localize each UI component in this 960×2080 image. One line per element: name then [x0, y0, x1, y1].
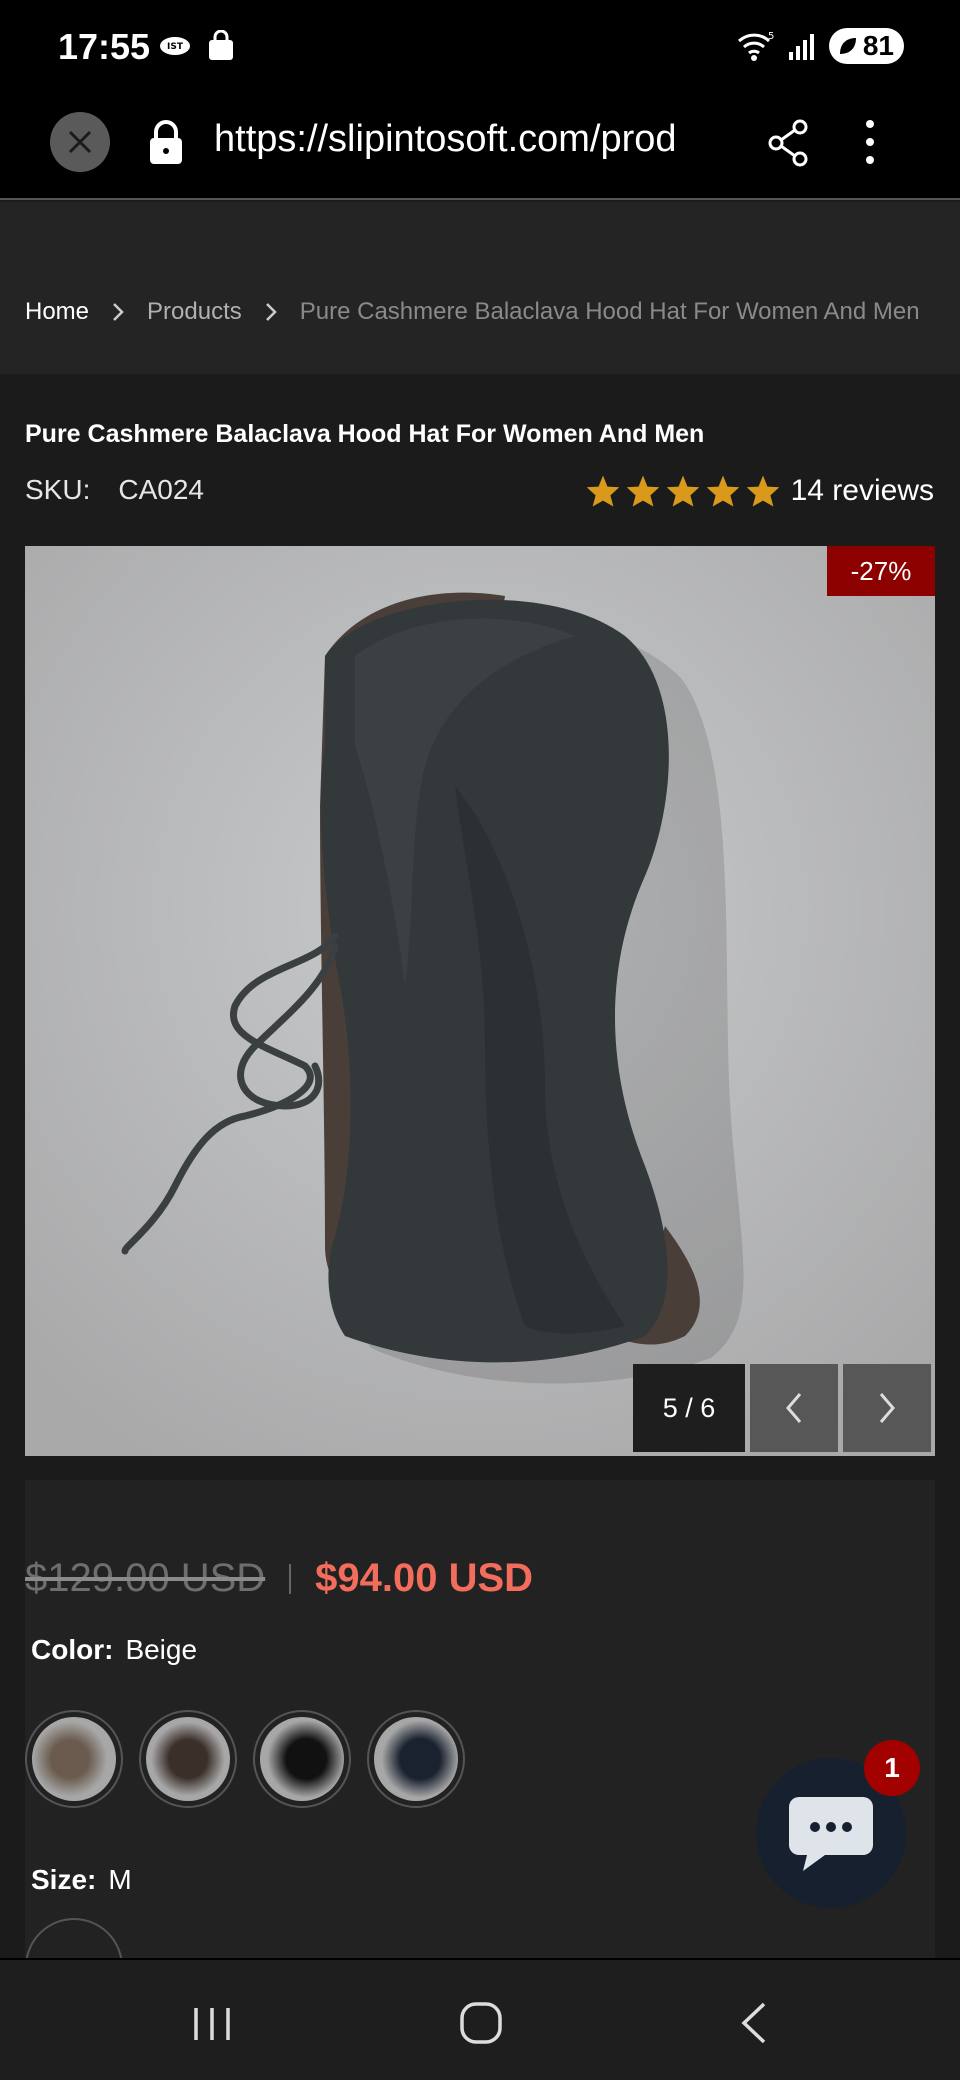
back-icon[interactable]	[736, 2000, 770, 2046]
previous-slide-button[interactable]	[750, 1364, 838, 1452]
url-text[interactable]: https://slipintosoft.com/prod	[214, 118, 734, 161]
color-option: Color: Beige	[31, 1634, 197, 1666]
chevron-right-icon	[264, 301, 278, 323]
balaclava-hood-illustration	[25, 546, 935, 1456]
close-tab-button[interactable]	[50, 112, 110, 172]
more-options-icon[interactable]	[864, 116, 876, 168]
lock-icon[interactable]	[146, 118, 186, 166]
battery-level: 81	[862, 30, 894, 61]
discount-badge: -27%	[827, 546, 935, 596]
chat-notification-badge: 1	[864, 1740, 920, 1796]
product-title: Pure Cashmere Balaclava Hood Hat For Wom…	[25, 420, 705, 448]
close-icon	[68, 130, 92, 154]
star-icon	[706, 475, 739, 507]
sku-value: CA024	[118, 474, 204, 505]
svg-text:IST: IST	[167, 42, 184, 52]
status-right: 5 81	[735, 28, 904, 64]
status-time: 17:55	[58, 26, 151, 67]
star-icon	[746, 475, 779, 507]
color-label: Color:	[31, 1634, 114, 1665]
home-icon[interactable]	[458, 2000, 504, 2046]
color-value: Beige	[125, 1634, 198, 1665]
size-option: Size: M	[31, 1864, 132, 1896]
chat-bubble-icon	[789, 1797, 873, 1871]
price-row: $129.00 USD $94.00 USD	[25, 1556, 533, 1601]
battery-leaf-icon	[839, 38, 856, 54]
system-nav-bar	[0, 1958, 960, 2080]
shopping-bag-icon	[209, 30, 233, 60]
breadcrumb-home[interactable]: Home	[25, 298, 89, 326]
original-price: $129.00 USD	[25, 1556, 266, 1600]
product-image[interactable]: -27% 5 / 6	[25, 546, 935, 1456]
signal-icon	[788, 34, 814, 60]
sku-label: SKU:	[25, 474, 91, 505]
slide-counter: 5 / 6	[633, 1364, 745, 1452]
chevron-right-icon	[111, 301, 125, 323]
sku-row: SKU: CA024	[25, 474, 204, 506]
chevron-right-icon	[879, 1393, 895, 1423]
sale-price: $94.00 USD	[315, 1556, 534, 1600]
notification-ist-icon: IST	[160, 37, 190, 55]
svg-text:5: 5	[768, 31, 774, 42]
star-icon	[586, 475, 619, 507]
next-slide-button[interactable]	[843, 1364, 931, 1452]
recent-apps-icon[interactable]	[190, 2004, 234, 2044]
battery-indicator: 81	[828, 28, 904, 64]
breadcrumb: Home Products Pure Cashmere Balaclava Ho…	[25, 298, 935, 326]
reviews-link[interactable]: 14 reviews	[791, 474, 934, 508]
status-bar: 17:55 IST 5 81	[0, 0, 960, 100]
status-left-icons: IST	[158, 30, 236, 62]
star-rating	[585, 474, 781, 508]
breadcrumb-section: Home Products Pure Cashmere Balaclava Ho…	[0, 202, 960, 374]
swatch-navy[interactable]	[367, 1710, 465, 1808]
size-value: M	[108, 1864, 132, 1895]
star-icon	[626, 475, 659, 507]
color-swatches	[25, 1710, 465, 1808]
rating[interactable]: 14 reviews	[585, 474, 934, 508]
swatch-beige[interactable]	[25, 1710, 123, 1808]
breadcrumb-products[interactable]: Products	[147, 298, 242, 326]
star-icon	[666, 475, 699, 507]
share-icon[interactable]	[766, 118, 812, 168]
wifi-icon: 5	[737, 31, 774, 61]
swatch-black[interactable]	[253, 1710, 351, 1808]
chevron-left-icon	[786, 1393, 802, 1423]
price-divider	[289, 1563, 292, 1594]
breadcrumb-current: Pure Cashmere Balaclava Hood Hat For Wom…	[299, 298, 920, 325]
swatch-brown[interactable]	[139, 1710, 237, 1808]
size-label: Size:	[31, 1864, 97, 1895]
browser-url-bar: https://slipintosoft.com/prod	[0, 100, 960, 200]
